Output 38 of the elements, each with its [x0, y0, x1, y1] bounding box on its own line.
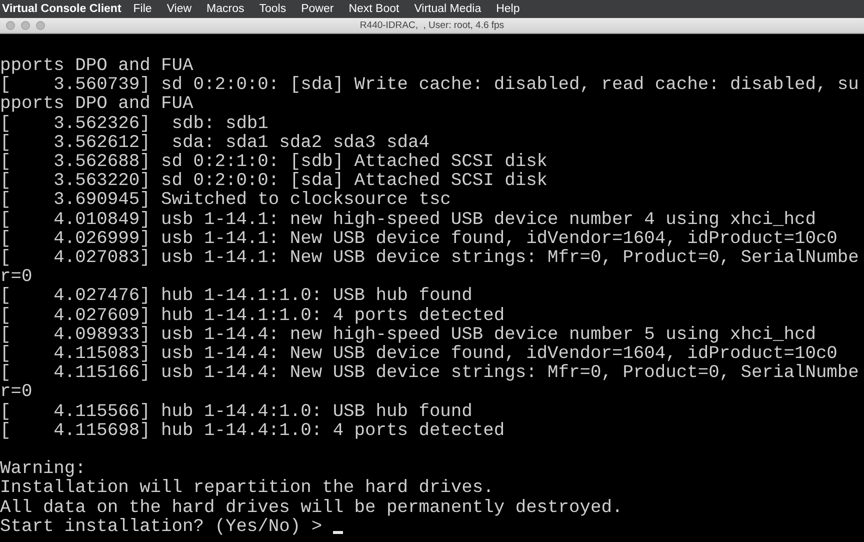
log-line: pports DPO and FUA	[0, 57, 194, 76]
log-line: [ 3.560739] sd 0:2:0:0: [sda] Write cache: disabled, read cache: disabled, su	[0, 76, 859, 96]
app-name-menu[interactable]: Virtual Console Client	[2, 3, 122, 15]
log-line: [ 4.115166] usb 1-14.4: New USB device strings: Mfr=0, Product=0, SerialNumbe	[0, 364, 859, 384]
prompt-text: Start installation? (Yes/No) >	[0, 518, 324, 538]
log-line: pports DPO and FUA	[0, 95, 194, 115]
log-line: r=0	[0, 383, 32, 403]
log-line: [ 4.027083] usb 1-14.1: New USB device strings: Mfr=0, Product=0, SerialNumbe	[0, 249, 859, 268]
log-line: [ 4.027476] hub 1-14.1:1.0: USB hub found	[0, 287, 472, 307]
menu-item[interactable]: Next Boot	[348, 3, 400, 15]
log-line: [ 4.115698] hub 1-14.4:1.0: 4 ports detected	[0, 422, 505, 442]
text-cursor	[332, 531, 343, 534]
log-line: [ 3.563220] sd 0:2:0:0: [sda] Attached SCSI disk	[0, 172, 548, 192]
warning-line: Installation will repartition the hard drives.	[0, 479, 494, 499]
zoom-button[interactable]	[36, 21, 45, 30]
close-button[interactable]	[6, 21, 15, 30]
menu-item[interactable]: Macros	[206, 3, 244, 15]
log-line: [ 4.027609] hub 1-14.1:1.0: 4 ports detected	[0, 306, 505, 326]
log-line: [ 3.562326] sdb: sdb1	[0, 114, 268, 134]
warning-line: Warning:	[0, 460, 86, 480]
menu-item[interactable]: Tools	[259, 3, 286, 15]
menu-item[interactable]: File	[133, 3, 152, 15]
window-title: R440-IDRAC, , User: root, 4.6 fps	[358, 20, 506, 31]
log-line: [ 4.115083] usb 1-14.4: New USB device found, idVendor=1604, idProduct=10c0	[0, 345, 838, 364]
log-line: r=0	[0, 268, 32, 288]
menu-item[interactable]: Virtual Media	[414, 3, 482, 15]
warning-line: All data on the hard drives will be permanently destroyed.	[0, 498, 623, 518]
log-line: [ 3.690945] Switched to clocksource tsc	[0, 191, 451, 211]
log-line: [ 4.010849] usb 1-14.1: new high-speed USB device number 4 using xhci_hcd	[0, 210, 816, 230]
minimize-button[interactable]	[21, 21, 30, 30]
menu-item[interactable]: Power	[301, 3, 334, 15]
menu-item[interactable]: Help	[496, 3, 520, 15]
log-line: [ 4.115566] hub 1-14.4:1.0: USB hub found	[0, 402, 472, 422]
log-line: [ 3.562612] sda: sda1 sda2 sda3 sda4	[0, 134, 430, 153]
log-line: [ 4.098933] usb 1-14.4: new high-speed USB device number 5 using xhci_hcd	[0, 326, 816, 345]
log-line: [ 3.562688] sd 0:2:1:0: [sdb] Attached SCSI disk	[0, 153, 548, 172]
menu-item[interactable]: View	[166, 3, 192, 15]
log-line: [ 4.026999] usb 1-14.1: New USB device found, idVendor=1604, idProduct=10c0	[0, 230, 838, 249]
